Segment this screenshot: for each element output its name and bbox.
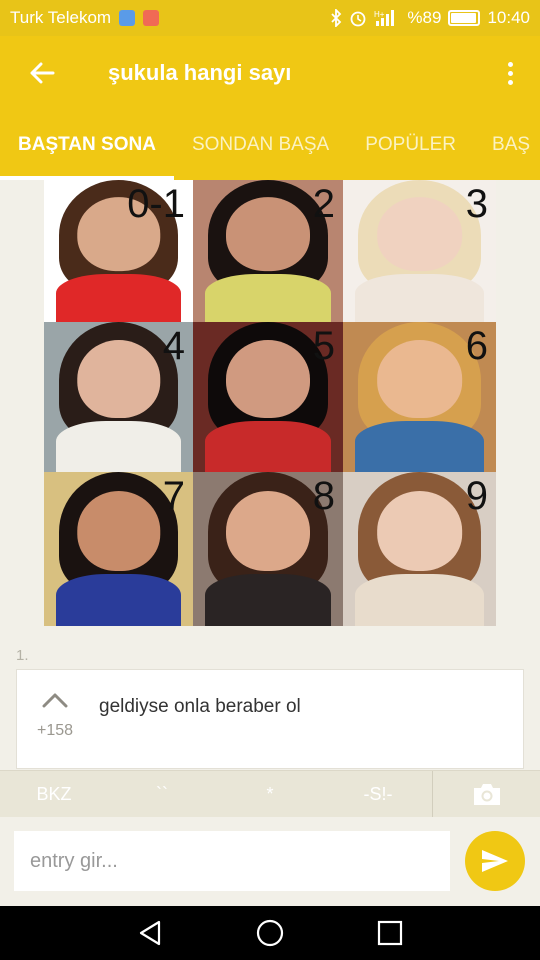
upvote-button[interactable] — [42, 692, 68, 708]
grid-cell: 7 — [44, 472, 193, 626]
tab-bastan-sona[interactable]: BAŞTAN SONA — [0, 110, 174, 180]
tab-populer[interactable]: POPÜLER — [347, 110, 474, 180]
carrier-name: Turk Telekom — [10, 8, 112, 27]
grid-number: 6 — [465, 324, 488, 368]
bkz-button[interactable]: BKZ — [0, 771, 108, 818]
entry-image[interactable]: 0-1 2 3 4 5 6 7 8 9 — [44, 180, 496, 626]
entry-index: 1. — [16, 647, 29, 664]
circle-home-icon — [256, 919, 284, 947]
arrow-left-icon — [30, 62, 55, 84]
grid-cell: 0-1 — [44, 180, 193, 322]
app-bar: şukula hangi sayı — [0, 36, 540, 110]
tab-bas[interactable]: BAŞ — [474, 110, 540, 180]
vote-count: +158 — [36, 722, 74, 739]
spoiler-button[interactable]: -S!- — [324, 771, 432, 818]
bluetooth-icon — [331, 9, 342, 27]
grid-number: 4 — [162, 324, 185, 368]
star-button[interactable]: * — [216, 771, 324, 818]
alarm-icon — [351, 11, 366, 27]
entry-card: +158 geldiyse onla beraber ol — [16, 669, 524, 769]
backtick-button[interactable]: `` — [108, 771, 216, 818]
triangle-back-icon — [139, 920, 161, 946]
signal-icon: H+ — [374, 10, 395, 26]
grid-cell: 5 — [193, 322, 343, 472]
camera-button[interactable] — [432, 770, 540, 818]
square-recents-icon — [377, 920, 403, 946]
compose-area — [0, 817, 540, 906]
camera-icon — [473, 784, 500, 805]
mail-icon — [143, 10, 160, 26]
nav-recents-button[interactable] — [365, 913, 415, 953]
grid-number: 7 — [162, 474, 185, 518]
grid-number: 2 — [312, 182, 335, 226]
grid-cell: 4 — [44, 322, 193, 472]
grid-cell: 2 — [193, 180, 343, 322]
grid-number: 3 — [465, 182, 488, 226]
grid-cell: 6 — [343, 322, 496, 472]
battery-icon — [448, 10, 481, 26]
tab-bar: BAŞTAN SONA SONDAN BAŞA POPÜLER BAŞ — [0, 110, 540, 180]
page-title: şukula hangi sayı — [108, 60, 292, 85]
overflow-menu-button[interactable] — [480, 36, 540, 110]
grid-cell: 9 — [343, 472, 496, 626]
vote-box: +158 — [31, 692, 79, 740]
tab-sondan-basa[interactable]: SONDAN BAŞA — [174, 110, 347, 180]
send-button[interactable] — [465, 831, 525, 891]
grid-cell: 3 — [343, 180, 496, 322]
nav-home-button[interactable] — [245, 913, 295, 953]
shield-icon — [119, 10, 136, 26]
back-button[interactable] — [0, 36, 84, 110]
grid-number: 5 — [312, 324, 335, 368]
send-icon — [482, 850, 508, 872]
entry-input[interactable] — [14, 831, 450, 891]
format-toolbar: BKZ `` * -S!- — [0, 770, 540, 818]
grid-number: 0-1 — [127, 182, 185, 226]
more-vert-icon — [507, 61, 513, 85]
grid-number: 9 — [465, 474, 488, 518]
system-nav-bar — [0, 906, 540, 960]
grid-cell: 8 — [193, 472, 343, 626]
battery-percent: %89 — [407, 8, 442, 27]
status-bar: Turk Telekom H+ %89 10:40 — [0, 0, 540, 36]
entry-text: geldiyse onla beraber ol — [99, 696, 301, 717]
grid-number: 8 — [312, 474, 335, 518]
clock: 10:40 — [487, 8, 530, 27]
svg-text:H+: H+ — [374, 10, 385, 19]
nav-back-button[interactable] — [125, 913, 175, 953]
